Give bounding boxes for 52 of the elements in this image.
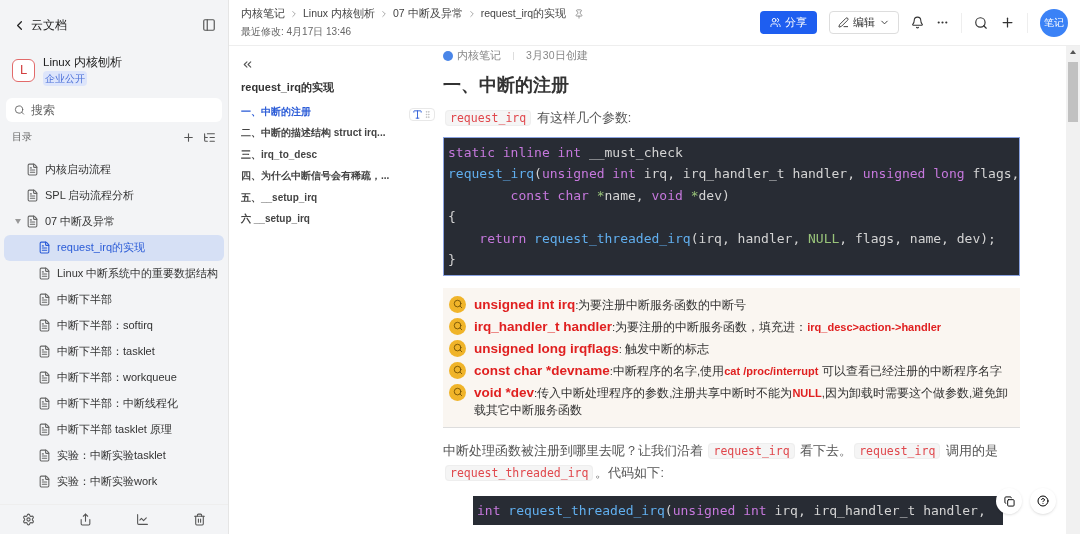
space-logo: L <box>12 58 35 82</box>
code-line: { <box>448 208 457 227</box>
modified-time: 最近修改: 4月17日 13:46 <box>241 24 353 39</box>
outline-item[interactable]: 一、中断的注册 <box>241 103 405 125</box>
outline-item[interactable]: 三、irq_to_desc <box>241 146 405 168</box>
outline-item[interactable]: 五、__setup_irq <box>241 189 405 211</box>
tree-item[interactable]: 内核启动流程 <box>4 156 224 183</box>
created-date: 3月30日创建 <box>526 48 588 63</box>
breadcrumb-link[interactable]: request_irq的实现 <box>480 6 567 22</box>
tree-item[interactable]: 中断下半部：tasklet <box>4 338 224 365</box>
tree-item[interactable]: 中断下半部：softirq <box>4 312 224 339</box>
code-line: static inline int __must_check <box>448 143 684 162</box>
tree-item[interactable]: request_irq的实现 <box>4 234 224 261</box>
author-name: 内核笔记 <box>457 48 501 63</box>
code-line: int request_threaded_irq(unsigned int irq, irq_handler_t handler, <box>477 501 987 520</box>
parameter-description: unsigned long irqflags: 触发中断的标志 <box>474 339 710 358</box>
tree-item[interactable]: 中断下半部：workqueue <box>4 364 224 391</box>
outline-item[interactable]: 四、为什么中断信号会有稀疏，... <box>241 168 405 190</box>
parameter-description: irq_handler_t handler:为要注册的中断服务函数，填充进：irq_desc>action->handler <box>474 317 942 336</box>
intro-text: request_irq 有这样几个参数: <box>443 106 1020 129</box>
section-label: 目录 <box>12 130 32 145</box>
tree-item[interactable]: Linux 中断系统中的重要数据结构 <box>4 260 224 287</box>
parameter-description: unsigned int irq:为要注册中断服务函数的中断号 <box>474 295 747 314</box>
code-line: request_irq(unsigned int irq, irq_handler_t handler, unsigned long flags, <box>448 165 1015 184</box>
tree-item[interactable]: 中断下半部：中断线程化 <box>4 390 224 417</box>
search-input[interactable]: 搜索 <box>31 101 214 120</box>
code-line: } <box>448 251 457 270</box>
code-line: return request_threaded_irq(irq, handler, NULL, flags, name, dev); <box>478 229 997 248</box>
tree-item[interactable]: 中断下半部 tasklet 原理 <box>4 416 224 443</box>
parameter-description: const char *devname:中断程序的名字,使用cat /proc/interrupt 可以查看已经注册的中断程序名字 <box>474 361 1002 380</box>
outline-title: request_irq的实现 <box>241 80 335 95</box>
edit-button[interactable]: 编辑 <box>829 11 899 34</box>
tree-item[interactable]: 07 中断及异常 <box>4 208 224 235</box>
back-button[interactable]: 云文档 <box>12 16 67 34</box>
parameter-description: void *dev:传入中断处理程序的参数,注册共享中断时不能为NULL,因为卸载时需要这个做参数,避免卸载其它中断服务函数 <box>474 383 1010 418</box>
breadcrumb-link[interactable]: Linux 内核刨析 <box>303 6 376 22</box>
share-button[interactable]: 分享 <box>760 11 817 34</box>
body-paragraph: 中断处理函数被注册到哪里去呢？让我们沿着 request_irq 看下去。 request_irq 调用的是 request_threaded_irq 。代码如下: <box>443 441 999 483</box>
outline-item[interactable]: 六 __setup_irq <box>241 211 405 233</box>
user-avatar[interactable]: 笔记 <box>1040 8 1068 37</box>
outline-item[interactable]: 二、中断的描述结构 struct irq... <box>241 125 405 147</box>
tree-item[interactable]: SPL 启动流程分析 <box>4 182 224 209</box>
tree-item[interactable]: 实验：中断实验tasklet <box>4 442 224 469</box>
space-title: Linux 内核刨析 <box>43 55 122 70</box>
search-field[interactable]: 搜索 <box>6 98 222 123</box>
code-line: const char *name, void *dev) <box>509 186 731 205</box>
breadcrumb-link[interactable]: 内核笔记 <box>241 6 285 22</box>
visibility-badge: 企业公开 <box>43 71 87 87</box>
section-heading: 一、中断的注册 <box>443 73 570 97</box>
breadcrumb-link[interactable]: 07 中断及异常 <box>393 6 463 22</box>
tree-item[interactable]: 实验：中断实验work <box>4 468 224 495</box>
tree-item[interactable]: 中断下半部 <box>4 286 224 313</box>
